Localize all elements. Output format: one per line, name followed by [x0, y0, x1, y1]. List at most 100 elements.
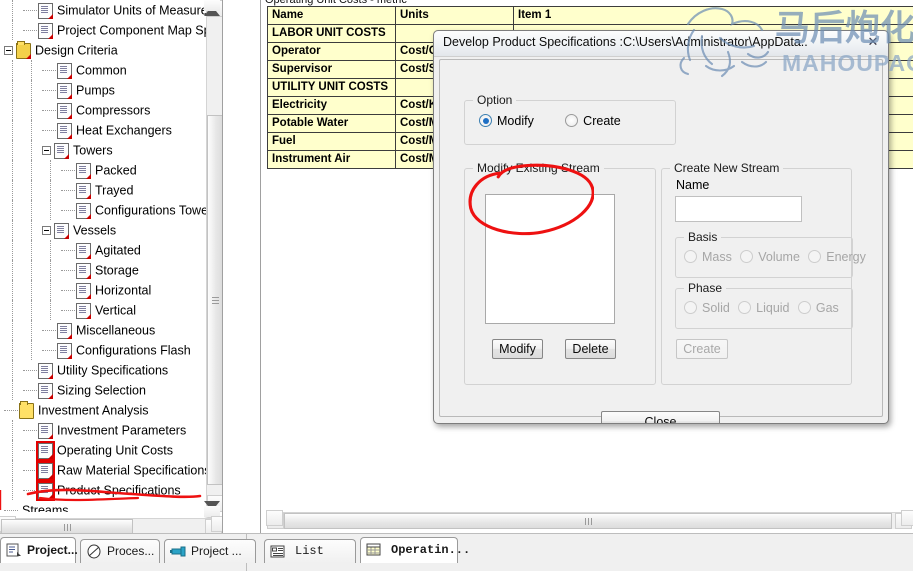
tree-item-agitated[interactable]: Agitated [0, 240, 208, 260]
grid-scroll-right-button[interactable] [895, 510, 913, 529]
tree-item-vertical[interactable]: Vertical [0, 300, 208, 320]
close-button[interactable]: Close [601, 411, 720, 423]
radio-phase-solid[interactable]: Solid [684, 300, 730, 315]
grid-scroll-left-button[interactable] [266, 510, 284, 529]
tree-connector [23, 369, 37, 372]
tree-item-horizontal[interactable]: Horizontal [0, 280, 208, 300]
close-icon[interactable]: ✕ [863, 33, 883, 51]
tab-project[interactable]: Project ... [164, 539, 256, 563]
radio-modify-label: Modify [497, 113, 534, 128]
modify-group-caption: Modify Existing Stream [473, 161, 604, 175]
tree-vertical-scrollbar[interactable] [204, 0, 222, 518]
grid-column-header[interactable]: Item 1 [514, 7, 913, 25]
tree-item-label: Product Specifications [57, 483, 181, 498]
dialog-title-bar[interactable]: Develop Product Specifications :C:\Users… [434, 31, 888, 57]
tree-item-miscellaneous[interactable]: Miscellaneous [0, 320, 208, 340]
radio-basis-energy[interactable]: Energy [808, 249, 866, 264]
new-stream-name-label: Name [676, 178, 710, 192]
tab-list[interactable]: List [264, 539, 356, 563]
tree-item-investment-parameters[interactable]: Investment Parameters [0, 420, 208, 440]
create-button[interactable]: Create [676, 339, 728, 359]
tree-item-packed[interactable]: Packed [0, 160, 208, 180]
radio-create-icon[interactable] [565, 114, 579, 128]
tree-item-label: Trayed [95, 183, 134, 198]
tree-item-label: Investment Parameters [57, 423, 187, 438]
tree-item-label: Horizontal [95, 283, 152, 298]
tree-item-raw-material-specifications[interactable]: Raw Material Specifications [0, 460, 208, 481]
tree-horizontal-scrollbar[interactable] [0, 516, 222, 534]
tree-item-common[interactable]: Common [0, 60, 208, 80]
radio-basis-energy-icon[interactable] [808, 250, 822, 264]
tab-operatin[interactable]: Operatin... [360, 537, 470, 563]
grid-cell-name[interactable]: LABOR UNIT COSTS [268, 25, 396, 43]
tree-item-investment-analysis[interactable]: Investment Analysis [0, 400, 208, 420]
document-icon [36, 460, 55, 481]
tree-item-product-specifications[interactable]: Product Specifications [0, 480, 208, 501]
scroll-down-button[interactable] [204, 495, 222, 518]
tree-item-label: Towers [73, 143, 113, 158]
radio-phase-liquid-icon[interactable] [738, 301, 752, 315]
tree-item-sizing-selection[interactable]: Sizing Selection [0, 380, 208, 400]
radio-basis-energy-label: Energy [826, 249, 866, 264]
tree-item-configurations-flash[interactable]: Configurations Flash [0, 340, 208, 360]
radio-basis-mass-icon[interactable] [684, 250, 697, 264]
tab-project[interactable]: Project... [0, 537, 78, 563]
scroll-thumb[interactable] [207, 115, 222, 485]
grid-cell-name[interactable]: Supervisor [268, 61, 396, 79]
tree-item-simulator-units-of-measure-n[interactable]: Simulator Units of Measure N [0, 0, 208, 20]
new-stream-name-input[interactable] [675, 196, 802, 222]
tree-item-operating-unit-costs[interactable]: Operating Unit Costs [0, 440, 208, 461]
radio-create[interactable]: Create [565, 113, 621, 128]
radio-phase-liquid[interactable]: Liquid [738, 300, 790, 315]
grid-cell-name[interactable]: Fuel [268, 133, 396, 151]
document-icon [57, 322, 72, 339]
scroll-up-button[interactable] [204, 0, 222, 17]
tree-item-label: Simulator Units of Measure N [57, 3, 208, 18]
tree-item-label: Raw Material Specifications [57, 463, 208, 478]
radio-modify[interactable]: Modify [479, 113, 534, 128]
tree-item-trayed[interactable]: Trayed [0, 180, 208, 200]
document-icon [38, 382, 53, 399]
tree-expander-icon[interactable] [42, 146, 51, 156]
hscroll-thumb[interactable] [1, 519, 133, 534]
tree-item-label: Sizing Selection [57, 383, 146, 398]
tree-connector [23, 469, 37, 472]
radio-basis-volume-icon[interactable] [740, 250, 754, 264]
tree-connector [23, 449, 37, 452]
project-tree[interactable]: Simulator Units of Measure N Project Comp… [0, 0, 208, 512]
tree-item-compressors[interactable]: Compressors [0, 100, 208, 120]
radio-basis-volume[interactable]: Volume [740, 249, 800, 264]
tree-item-towers[interactable]: Towers [0, 140, 208, 160]
grid-cell-name[interactable]: UTILITY UNIT COSTS [268, 79, 396, 97]
delete-button[interactable]: Delete [565, 339, 616, 359]
tree-item-streams[interactable]: Streams [0, 500, 208, 512]
tree-expander-icon[interactable] [42, 226, 51, 236]
modify-button[interactable]: Modify [492, 339, 543, 359]
grid-cell-name[interactable]: Instrument Air [268, 151, 396, 169]
tree-item-project-component-map-spe[interactable]: Project Component Map Spe [0, 20, 208, 40]
radio-phase-solid-icon[interactable] [684, 301, 697, 315]
grid-cell-name[interactable]: Electricity [268, 97, 396, 115]
tree-item-utility-specifications[interactable]: Utility Specifications [0, 360, 208, 380]
tree-item-configurations-towers[interactable]: Configurations Towers [0, 200, 208, 220]
tree-item-design-criteria[interactable]: Design Criteria [0, 40, 208, 60]
grid-horizontal-scrollbar[interactable] [266, 510, 913, 529]
tree-item-vessels[interactable]: Vessels [0, 220, 208, 240]
grid-column-header[interactable]: Units [396, 7, 514, 25]
existing-stream-listbox[interactable] [485, 194, 615, 324]
radio-phase-gas[interactable]: Gas [797, 300, 839, 315]
tab-proces[interactable]: Proces... [80, 539, 160, 563]
radio-basis-mass[interactable]: Mass [684, 249, 732, 264]
radio-phase-gas-icon[interactable] [797, 301, 811, 315]
grid-cell-name[interactable]: Potable Water [268, 115, 396, 133]
phase-group: Phase Solid Liquid Gas [675, 281, 853, 329]
tree-item-heat-exchangers[interactable]: Heat Exchangers [0, 120, 208, 140]
tree-expander-icon[interactable] [4, 46, 13, 56]
grid-hscroll-thumb[interactable] [284, 513, 892, 529]
grid-column-header[interactable]: Name [268, 7, 396, 25]
grid-cell-name[interactable]: Operator [268, 43, 396, 61]
tree-item-pumps[interactable]: Pumps [0, 80, 208, 100]
scroll-right-button[interactable] [205, 516, 222, 534]
tree-item-storage[interactable]: Storage [0, 260, 208, 280]
radio-modify-icon[interactable] [479, 114, 492, 128]
